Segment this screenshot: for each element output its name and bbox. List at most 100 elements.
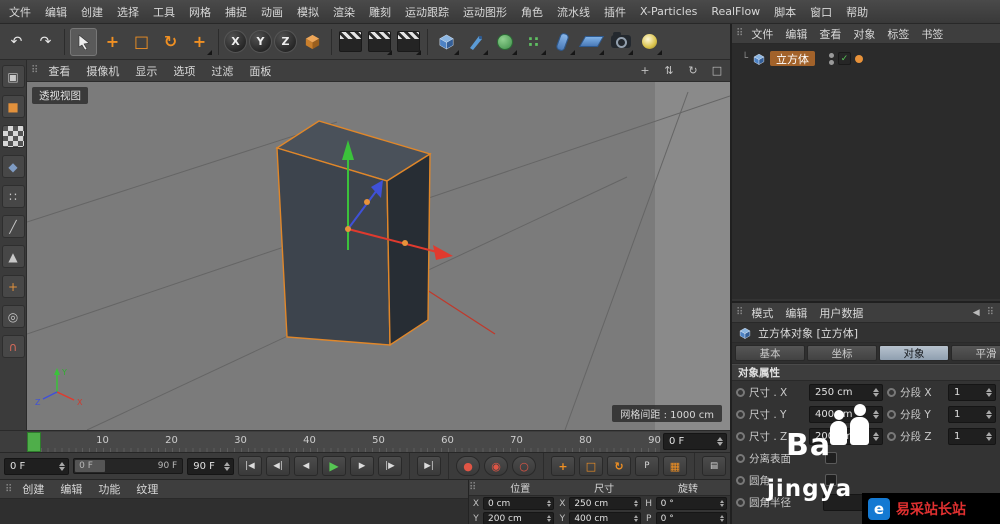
stepper[interactable]: [547, 500, 551, 507]
segments-y-field[interactable]: 1: [948, 406, 996, 423]
goto-end-button[interactable]: ▶|: [417, 456, 441, 476]
render-view-button[interactable]: [337, 28, 364, 56]
menubar-item[interactable]: 动画: [254, 4, 290, 20]
object-manager-menu-item[interactable]: 对象: [847, 26, 881, 42]
menubar-item[interactable]: 帮助: [839, 4, 875, 20]
object-row[interactable]: └ 立方体 ✓: [732, 44, 1000, 66]
panel-grip-icon[interactable]: ⠿: [736, 307, 743, 318]
size-y-field[interactable]: 400 cm: [569, 512, 640, 524]
object-name[interactable]: 立方体: [770, 51, 815, 66]
object-enabled-check[interactable]: ✓: [838, 52, 851, 65]
keying-settings-button[interactable]: ▤: [702, 456, 726, 476]
record-parameter-toggle[interactable]: P: [635, 456, 659, 476]
object-manager-menu-item[interactable]: 查看: [813, 26, 847, 42]
move-tool[interactable]: +: [99, 28, 126, 56]
keyframe-dot[interactable]: [736, 498, 745, 507]
viewport-menu-item[interactable]: 查看: [40, 63, 78, 79]
panel-grip-icon[interactable]: ⠿: [987, 307, 994, 318]
lock-x-axis-button[interactable]: X: [224, 30, 247, 53]
light-button[interactable]: [636, 28, 663, 56]
stepper[interactable]: [873, 410, 879, 419]
stepper[interactable]: [720, 500, 724, 507]
subdivision-surface-button[interactable]: [491, 28, 518, 56]
menubar-item[interactable]: 插件: [597, 4, 633, 20]
menubar-item[interactable]: 文件: [2, 4, 38, 20]
record-rotation-toggle[interactable]: ↻: [607, 456, 631, 476]
viewport-3d[interactable]: Y X Z 透视视图 网格间距 : 1000 cm: [27, 82, 730, 430]
display-color-dot[interactable]: [855, 55, 863, 63]
next-frame-button[interactable]: ▶: [350, 456, 374, 476]
previous-key-button[interactable]: ◀|: [266, 456, 290, 476]
stepper[interactable]: [873, 432, 879, 441]
panel-grip-icon[interactable]: ⠿: [469, 482, 476, 493]
stepper[interactable]: [634, 500, 638, 507]
stepper[interactable]: [986, 410, 992, 419]
keyframe-dot[interactable]: [887, 410, 896, 419]
menubar-item[interactable]: 脚本: [767, 4, 803, 20]
previous-frame-button[interactable]: ◀: [294, 456, 318, 476]
position-y-field[interactable]: 200 cm: [483, 512, 554, 524]
lock-z-axis-button[interactable]: Z: [274, 30, 297, 53]
menubar-item[interactable]: 创建: [74, 4, 110, 20]
object-manager-menu-item[interactable]: 书签: [915, 26, 949, 42]
convert-object-button[interactable]: ▣: [2, 65, 25, 88]
menubar-item[interactable]: 模拟: [290, 4, 326, 20]
render-picture-viewer-button[interactable]: [366, 28, 393, 56]
preview-range-slider[interactable]: 0 F 90 F: [73, 458, 183, 474]
record-position-toggle[interactable]: +: [551, 456, 575, 476]
enable-axis-button[interactable]: +: [2, 275, 25, 298]
menubar-item[interactable]: 运动跟踪: [398, 4, 456, 20]
edges-mode-button[interactable]: ╱: [2, 215, 25, 238]
stepper[interactable]: [547, 515, 551, 522]
deformer-button[interactable]: [549, 28, 576, 56]
dolly-view-icon[interactable]: ⇅: [660, 63, 678, 79]
coordinate-system-button[interactable]: [299, 28, 326, 56]
keyframe-dot[interactable]: [887, 432, 896, 441]
stepper[interactable]: [720, 515, 724, 522]
record-scale-toggle[interactable]: □: [579, 456, 603, 476]
lock-y-axis-button[interactable]: Y: [249, 30, 272, 53]
menubar-item[interactable]: 网格: [182, 4, 218, 20]
viewport-menu-item[interactable]: 面板: [241, 63, 279, 79]
keyframe-dot[interactable]: [736, 410, 745, 419]
menubar-item[interactable]: X-Particles: [633, 5, 704, 18]
stepper[interactable]: [224, 462, 230, 471]
tab-basic[interactable]: 基本: [735, 345, 805, 361]
menubar-item[interactable]: 捕捉: [218, 4, 254, 20]
menubar-item[interactable]: 工具: [146, 4, 182, 20]
menubar-item[interactable]: 流水线: [550, 4, 597, 20]
viewport-menu-item[interactable]: 选项: [165, 63, 203, 79]
model-mode-button[interactable]: ■: [2, 95, 25, 118]
keyframe-dot[interactable]: [887, 388, 896, 397]
menubar-item[interactable]: 编辑: [38, 4, 74, 20]
redo-button[interactable]: ↷: [32, 28, 59, 56]
keyframe-dot[interactable]: [736, 388, 745, 397]
stepper[interactable]: [873, 388, 879, 397]
size-x-field[interactable]: 250 cm: [569, 497, 640, 510]
material-menu-item[interactable]: 创建: [14, 481, 52, 497]
maximize-view-icon[interactable]: □: [708, 63, 726, 79]
segments-z-field[interactable]: 1: [948, 428, 996, 445]
menubar-item[interactable]: 角色: [514, 4, 550, 20]
material-menu-item[interactable]: 纹理: [128, 481, 166, 497]
timeline-ruler[interactable]: 102030405060708090: [27, 432, 660, 452]
keyframe-dot[interactable]: [736, 432, 745, 441]
goto-start-button[interactable]: |◀: [238, 456, 262, 476]
material-menu-item[interactable]: 编辑: [52, 481, 90, 497]
segments-x-field[interactable]: 1: [948, 384, 996, 401]
stepper[interactable]: [59, 462, 65, 471]
history-back-icon[interactable]: ◀: [973, 308, 980, 318]
viewport-menu-item[interactable]: 摄像机: [78, 63, 127, 79]
menubar-item[interactable]: 运动图形: [456, 4, 514, 20]
rotate-view-icon[interactable]: ↻: [684, 63, 702, 79]
visibility-dots[interactable]: [829, 53, 834, 65]
rotation-h-field[interactable]: 0 °: [656, 497, 727, 510]
menubar-item[interactable]: 渲染: [326, 4, 362, 20]
object-properties-section[interactable]: 对象属性: [732, 364, 1000, 381]
menubar-item[interactable]: 雕刻: [362, 4, 398, 20]
environment-button[interactable]: [578, 28, 605, 56]
position-x-field[interactable]: 0 cm: [483, 497, 554, 510]
points-mode-button[interactable]: ∷: [2, 185, 25, 208]
enable-snap-button[interactable]: ∩: [2, 335, 25, 358]
polygons-mode-button[interactable]: ▲: [2, 245, 25, 268]
